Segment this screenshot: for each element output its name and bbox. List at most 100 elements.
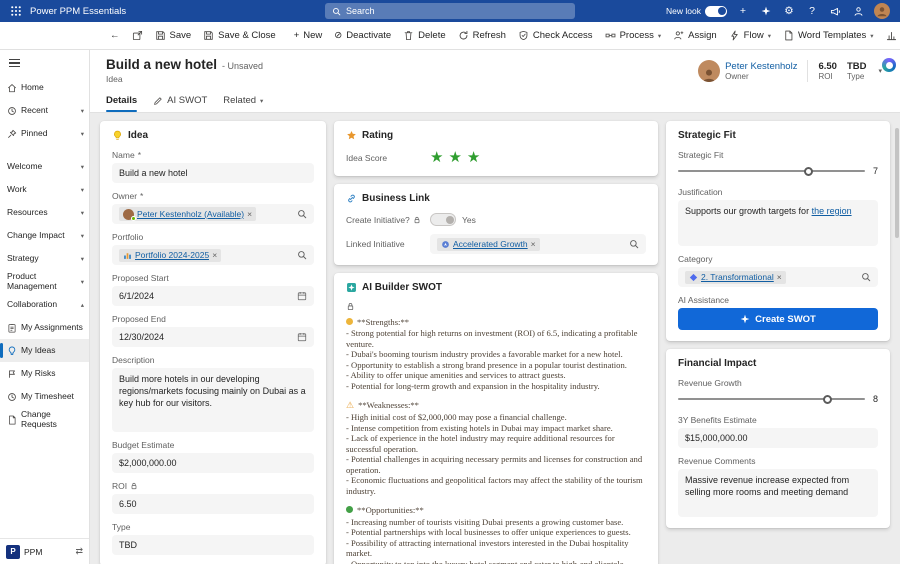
create-swot-button[interactable]: Create SWOT	[678, 308, 878, 330]
slider-thumb[interactable]	[803, 166, 813, 176]
type-field[interactable]: TBD	[112, 535, 314, 555]
chevron-down-icon: ▾	[767, 32, 771, 40]
header-owner[interactable]: Peter Kestenholz Owner	[698, 59, 797, 82]
remove-icon[interactable]: ×	[531, 240, 536, 249]
tab-ai-swot[interactable]: AI SWOT	[153, 89, 207, 112]
refresh-button[interactable]: Refresh	[452, 25, 512, 47]
user-avatar[interactable]	[874, 3, 890, 19]
tab-details[interactable]: Details	[106, 89, 138, 112]
name-field[interactable]: Build a new hotel	[112, 163, 314, 183]
popout-icon[interactable]	[126, 25, 149, 47]
pencil-icon	[154, 96, 162, 105]
remove-icon[interactable]: ×	[212, 251, 217, 260]
sidebar-group-work[interactable]: Work ▾	[0, 178, 89, 201]
record-header: Build a new hotel - Unsaved Idea Peter K…	[90, 50, 900, 89]
strategic-fit-slider[interactable]	[678, 165, 865, 177]
owner-name-link[interactable]: Peter Kestenholz	[725, 61, 797, 72]
global-search-input[interactable]: Search	[325, 3, 575, 19]
waffle-menu-icon[interactable]	[10, 5, 22, 17]
back-button[interactable]: ←	[104, 25, 126, 47]
slider-thumb[interactable]	[822, 394, 832, 404]
sidebar-item-home[interactable]: Home	[0, 76, 89, 99]
new-look-toggle[interactable]	[705, 5, 727, 17]
gear-icon[interactable]: ⚙	[782, 4, 796, 18]
benefits-estimate-field[interactable]: $15,000,000.00	[678, 428, 878, 448]
description-field[interactable]: Build more hotels in our developing regi…	[112, 368, 314, 432]
sidebar-group-resources[interactable]: Resources ▾	[0, 201, 89, 224]
remove-icon[interactable]: ×	[247, 210, 252, 219]
sidebar-item-recent[interactable]: Recent ▾	[0, 99, 89, 122]
sidebar-group-welcome[interactable]: Welcome ▾	[0, 155, 89, 178]
search-icon[interactable]	[629, 239, 639, 249]
search-icon[interactable]	[861, 272, 871, 282]
process-button[interactable]: Process ▾	[599, 25, 668, 47]
help-icon[interactable]: ?	[805, 4, 819, 18]
portfolio-chip[interactable]: Portfolio 2024-2025 ×	[119, 248, 222, 262]
justification-field[interactable]: Supports our growth targets for the regi…	[678, 200, 878, 246]
linked-initiative-chip[interactable]: Accelerated Growth ×	[437, 237, 540, 251]
run-report-button[interactable]: Run Report ▾	[880, 25, 900, 47]
sidebar-item-my-risks[interactable]: My Risks	[0, 362, 89, 385]
sparkle-icon[interactable]	[759, 4, 773, 18]
proposed-end-field[interactable]: 12/30/2024	[112, 327, 314, 347]
linked-initiative-lookup-field[interactable]: Accelerated Growth ×	[430, 234, 646, 254]
calendar-icon[interactable]	[297, 332, 307, 342]
chevron-down-icon[interactable]: ▾	[81, 107, 84, 115]
save-close-button[interactable]: Save & Close	[197, 25, 282, 47]
idea-card: Idea Name * Build a new hotel Owner * Pete…	[100, 121, 326, 564]
flow-button[interactable]: Flow ▾	[723, 25, 777, 47]
sidebar-group-product-management[interactable]: Product Management ▾	[0, 270, 89, 293]
revenue-growth-slider[interactable]	[678, 393, 865, 405]
idea-score-stars[interactable]: ★ ★ ★	[430, 150, 480, 165]
person-icon[interactable]	[851, 4, 865, 18]
sidebar-item-pinned[interactable]: Pinned ▾	[0, 122, 89, 145]
sidebar-group-change-impact[interactable]: Change Impact ▾	[0, 224, 89, 247]
swot-rich-text[interactable]: **Strengths:** - Strong potential for hi…	[346, 317, 646, 564]
calendar-icon[interactable]	[297, 291, 307, 301]
roi-field: 6.50	[112, 494, 314, 514]
main-content: Build a new hotel - Unsaved Idea Peter K…	[90, 50, 900, 564]
megaphone-icon[interactable]	[828, 4, 842, 18]
new-look-switch[interactable]: New look	[666, 5, 727, 17]
deactivate-button[interactable]: ⊘ Deactivate	[328, 25, 397, 47]
chevron-down-icon[interactable]: ▾	[81, 130, 84, 138]
owner-chip[interactable]: Peter Kestenholz (Available) ×	[119, 207, 257, 221]
category-lookup-field[interactable]: 2. Transformational ×	[678, 267, 878, 287]
search-icon[interactable]	[297, 209, 307, 219]
chevron-down-icon: ▾	[80, 255, 84, 263]
app-name[interactable]: Power PPM Essentials	[30, 6, 126, 17]
delete-button[interactable]: Delete	[397, 25, 451, 47]
remove-icon[interactable]: ×	[777, 273, 782, 282]
search-icon[interactable]	[297, 250, 307, 260]
strategic-fit-value: 7	[872, 166, 878, 176]
sidebar-group-strategy[interactable]: Strategy ▾	[0, 247, 89, 270]
portfolio-lookup-field[interactable]: Portfolio 2024-2025 ×	[112, 245, 314, 265]
deactivate-icon: ⊘	[334, 30, 343, 41]
sidebar-item-change-requests[interactable]: Change Requests	[0, 408, 89, 431]
new-button[interactable]: + New	[288, 25, 329, 47]
chevron-down-icon: ▾	[80, 186, 84, 194]
tab-related[interactable]: Related ▾	[223, 89, 263, 112]
vertical-scrollbar[interactable]	[894, 128, 899, 238]
word-templates-button[interactable]: Word Templates ▾	[777, 25, 880, 47]
app-switcher[interactable]: P PPM ⇄	[0, 538, 89, 564]
copilot-icon[interactable]	[882, 58, 896, 72]
sidebar-group-collaboration[interactable]: Collaboration ▴	[0, 293, 89, 316]
create-initiative-toggle	[430, 213, 456, 226]
owner-lookup-field[interactable]: Peter Kestenholz (Available) ×	[112, 204, 314, 224]
justification-link[interactable]: the region	[812, 206, 852, 216]
assign-button[interactable]: Assign	[667, 25, 723, 47]
save-button[interactable]: Save	[149, 25, 198, 47]
category-chip[interactable]: 2. Transformational ×	[685, 270, 786, 284]
sidebar-item-my-assignments[interactable]: My Assignments	[0, 316, 89, 339]
hamburger-menu-icon[interactable]	[0, 50, 89, 76]
sidebar-item-my-timesheet[interactable]: My Timesheet	[0, 385, 89, 408]
revenue-comments-field[interactable]: Massive revenue increase expected from s…	[678, 469, 878, 517]
budget-estimate-field[interactable]: $2,000,000.00	[112, 453, 314, 473]
proposed-start-field[interactable]: 6/1/2024	[112, 286, 314, 306]
swap-app-icon[interactable]: ⇄	[75, 546, 83, 557]
check-access-button[interactable]: Check Access	[512, 25, 599, 47]
portfolio-icon	[124, 252, 131, 259]
sidebar-item-my-ideas[interactable]: My Ideas	[0, 339, 89, 362]
quick-create-icon[interactable]: +	[736, 4, 750, 18]
